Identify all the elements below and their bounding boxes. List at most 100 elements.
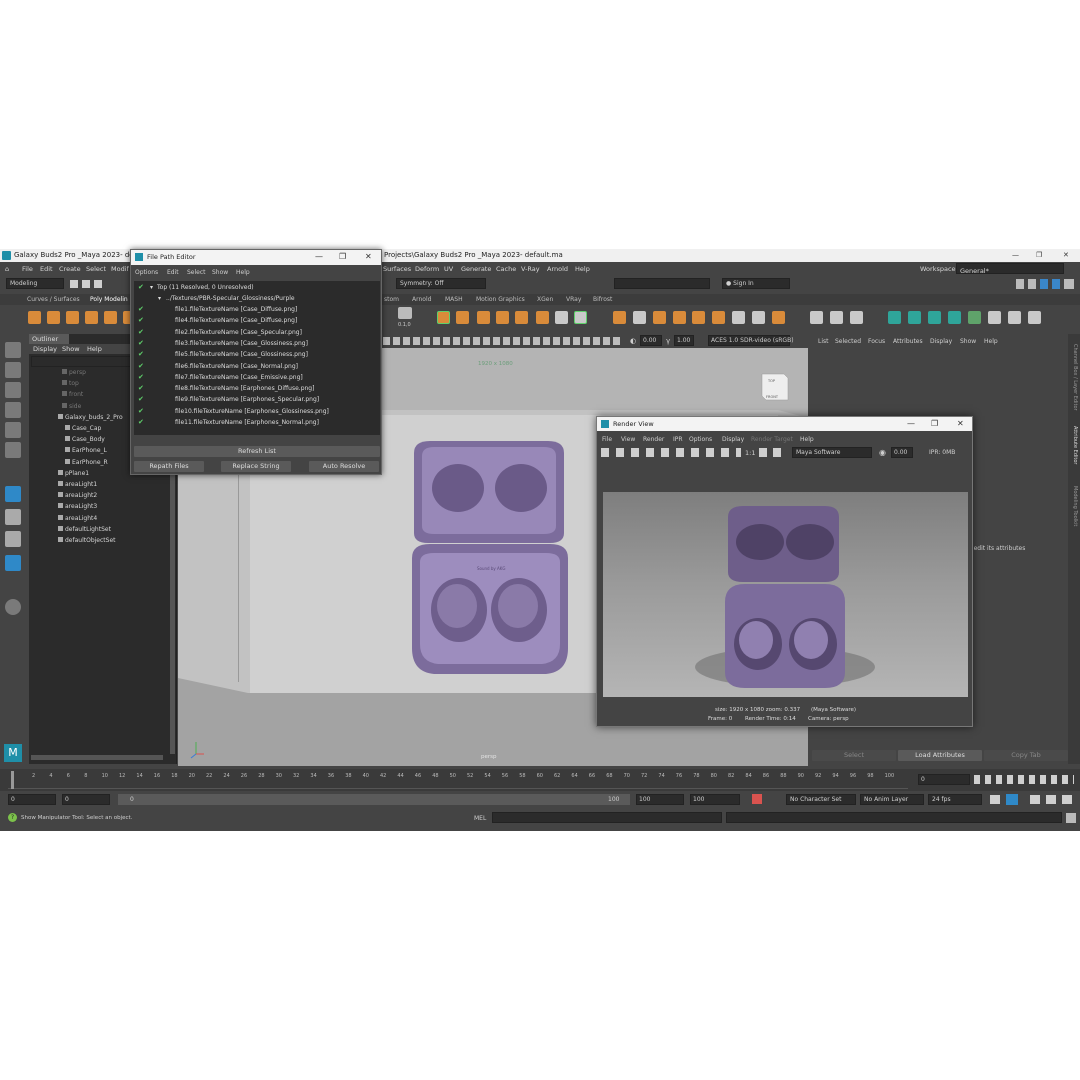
rv-menu-ipr[interactable]: IPR xyxy=(673,436,683,443)
quick-search-field[interactable] xyxy=(614,278,710,289)
rv-menu-render[interactable]: Render xyxy=(643,436,664,443)
view-cube[interactable]: TOP FRONT xyxy=(761,373,789,401)
current-frame-field[interactable]: 0 xyxy=(918,774,970,785)
loop-icon[interactable] xyxy=(990,795,1000,804)
fpe-file-row[interactable]: ✔ file4.fileTextureName [Case_Diffuse.png… xyxy=(134,315,380,326)
outliner-menu-display[interactable]: Display xyxy=(33,345,57,353)
menu-edit[interactable]: Edit xyxy=(40,265,53,273)
shelf-tool-14-icon[interactable] xyxy=(712,311,725,324)
auto-resolve-button[interactable]: Auto Resolve xyxy=(309,461,379,472)
menu-help[interactable]: Help xyxy=(575,265,590,273)
outliner-item[interactable]: areaLight1 xyxy=(58,481,97,488)
rv-exposure-field[interactable]: 0.00 xyxy=(891,447,913,458)
fpe-menu-edit[interactable]: Edit xyxy=(167,269,179,276)
file-path-editor-titlebar[interactable]: File Path Editor — ❐ ✕ xyxy=(131,250,381,265)
maya-home-button[interactable]: M xyxy=(4,744,22,762)
fpe-menu-options[interactable]: Options xyxy=(135,269,158,276)
fpe-file-row[interactable]: ✔ file3.fileTextureName [Case_Glossiness.… xyxy=(134,338,380,349)
viewport-tool-icons[interactable] xyxy=(383,337,623,345)
outliner-item[interactable]: EarPhone_L xyxy=(65,447,107,454)
outliner-item[interactable]: pPlane1 xyxy=(58,469,89,477)
ae-select-button[interactable]: Select xyxy=(812,750,896,761)
zoom-icon[interactable] xyxy=(5,599,21,615)
poly-torus-icon[interactable] xyxy=(104,311,117,324)
renderer-dropdown[interactable]: Maya Software xyxy=(792,447,872,458)
shelf-tool-10-icon[interactable] xyxy=(633,311,646,324)
shelf-tab-xgen[interactable]: XGen xyxy=(537,296,553,303)
menu-surfaces[interactable]: Surfaces xyxy=(383,265,411,273)
menu-select[interactable]: Select xyxy=(86,265,106,273)
menu-arnold[interactable]: Arnold xyxy=(547,265,568,273)
rv-ratio[interactable]: 1:1 xyxy=(745,449,755,457)
outliner-item[interactable]: persp xyxy=(62,369,86,376)
render-view-titlebar[interactable]: Render View — ❐ ✕ xyxy=(597,417,972,431)
refresh-list-button[interactable]: Refresh List xyxy=(134,446,380,457)
symmetry-dropdown[interactable]: Symmetry: Off xyxy=(396,278,486,289)
mel-command-field[interactable] xyxy=(492,812,722,823)
move-tool-icon[interactable] xyxy=(5,402,21,418)
time-slider[interactable]: 2 4 6 8 10 12 14 16 18 20 22 24 26 28 30 32 34 36 38 40 42 44… xyxy=(0,769,1080,791)
shelf-tool-27-icon[interactable] xyxy=(1008,311,1021,324)
fpe-root-row[interactable]: ✔ ▾ Top (11 Resolved, 0 Unresolved) xyxy=(134,282,380,293)
outliner-menu-help[interactable]: Help xyxy=(87,345,102,353)
shelf-snap-icon[interactable] xyxy=(398,307,412,319)
outliner-item[interactable]: front xyxy=(62,391,83,398)
playback-start-field[interactable]: 0 xyxy=(62,794,110,805)
menu-file[interactable]: File xyxy=(22,265,33,273)
ae-menu-list[interactable]: List xyxy=(818,338,829,345)
shelf-tool-23-icon[interactable] xyxy=(928,311,941,324)
rv-maximize-icon[interactable]: ❐ xyxy=(931,419,938,428)
menu-uv[interactable]: UV xyxy=(444,265,453,273)
poly-cylinder-icon[interactable] xyxy=(66,311,79,324)
outliner-item[interactable]: top xyxy=(62,380,79,387)
home-icon[interactable]: ⌂ xyxy=(5,265,9,273)
help-line-toggle-icon[interactable] xyxy=(1062,795,1072,804)
poly-sphere-icon[interactable] xyxy=(28,311,41,324)
shelf-tool-18-icon[interactable] xyxy=(810,311,823,324)
playback-end-field[interactable]: 100 xyxy=(636,794,684,805)
shelf-tool-8-icon[interactable] xyxy=(574,311,587,324)
ae-menu-display[interactable]: Display xyxy=(930,338,952,345)
shelf-tool-16-icon[interactable] xyxy=(752,311,765,324)
timeline-track[interactable]: 2 4 6 8 10 12 14 16 18 20 22 24 26 28 30 32 34 36 38 40 42 44… xyxy=(8,771,908,789)
shelf-tool-28-icon[interactable] xyxy=(1028,311,1041,324)
shelf-tool-11-icon[interactable] xyxy=(653,311,666,324)
shelf-tool-1-icon[interactable] xyxy=(437,311,450,324)
toggle-layout-icons[interactable] xyxy=(1016,279,1074,289)
mel-label[interactable]: MEL xyxy=(474,815,486,822)
shelf-tab-poly[interactable]: Poly Modelin xyxy=(90,296,128,303)
outliner-item[interactable]: side xyxy=(62,402,81,410)
fpe-folder-arrow-icon[interactable]: ▾ xyxy=(158,295,161,302)
fpe-close-icon[interactable]: ✕ xyxy=(365,252,372,261)
outliner-item[interactable]: areaLight4 xyxy=(58,514,97,522)
minimize-icon[interactable]: — xyxy=(1012,251,1019,259)
rotate-tool-icon[interactable] xyxy=(5,422,21,438)
shelf-tool-9-icon[interactable] xyxy=(613,311,626,324)
save-scene-icon[interactable] xyxy=(94,280,102,288)
rv-toolbar-icons-2[interactable] xyxy=(759,448,787,457)
shelf-tool-25-icon[interactable] xyxy=(968,311,981,324)
shelf-tab-vray[interactable]: VRay xyxy=(566,296,581,303)
menu-cache[interactable]: Cache xyxy=(496,265,516,273)
shelf-tab-bifrost[interactable]: Bifrost xyxy=(593,296,612,303)
shelf-tool-3-icon[interactable] xyxy=(477,311,490,324)
fps-dropdown[interactable]: 24 fps xyxy=(928,794,982,805)
end-frame-field[interactable]: 100 xyxy=(690,794,740,805)
tab-channel-box[interactable]: Channel Box / Layer Editor xyxy=(1070,344,1078,419)
shelf-tool-15-icon[interactable] xyxy=(732,311,745,324)
lasso-tool-icon[interactable] xyxy=(5,362,21,378)
keyframe-icon[interactable] xyxy=(752,794,762,804)
fpe-file-row[interactable]: ✔ file11.fileTextureName [Earphones_Norma… xyxy=(134,417,380,428)
workspace-dropdown[interactable]: General* xyxy=(956,263,1064,275)
fpe-file-row[interactable]: ✔ file9.fileTextureName [Earphones_Specul… xyxy=(134,394,380,405)
fpe-file-row[interactable]: ✔ file10.fileTextureName [Earphones_Gloss… xyxy=(134,406,380,417)
manipulator-tool-icon[interactable] xyxy=(5,486,21,502)
shelf-tool-4-icon[interactable] xyxy=(496,311,509,324)
range-bar[interactable]: 0 100 xyxy=(118,794,630,805)
menu-modify[interactable]: Modif xyxy=(111,265,129,273)
outliner-tab[interactable]: Outliner xyxy=(29,334,69,344)
outliner-item[interactable]: Case_Cap xyxy=(65,425,101,432)
menu-vray[interactable]: V-Ray xyxy=(521,265,540,273)
anim-layer-dropdown[interactable]: No Anim Layer xyxy=(860,794,924,805)
outliner-layout-icon[interactable] xyxy=(5,555,21,571)
